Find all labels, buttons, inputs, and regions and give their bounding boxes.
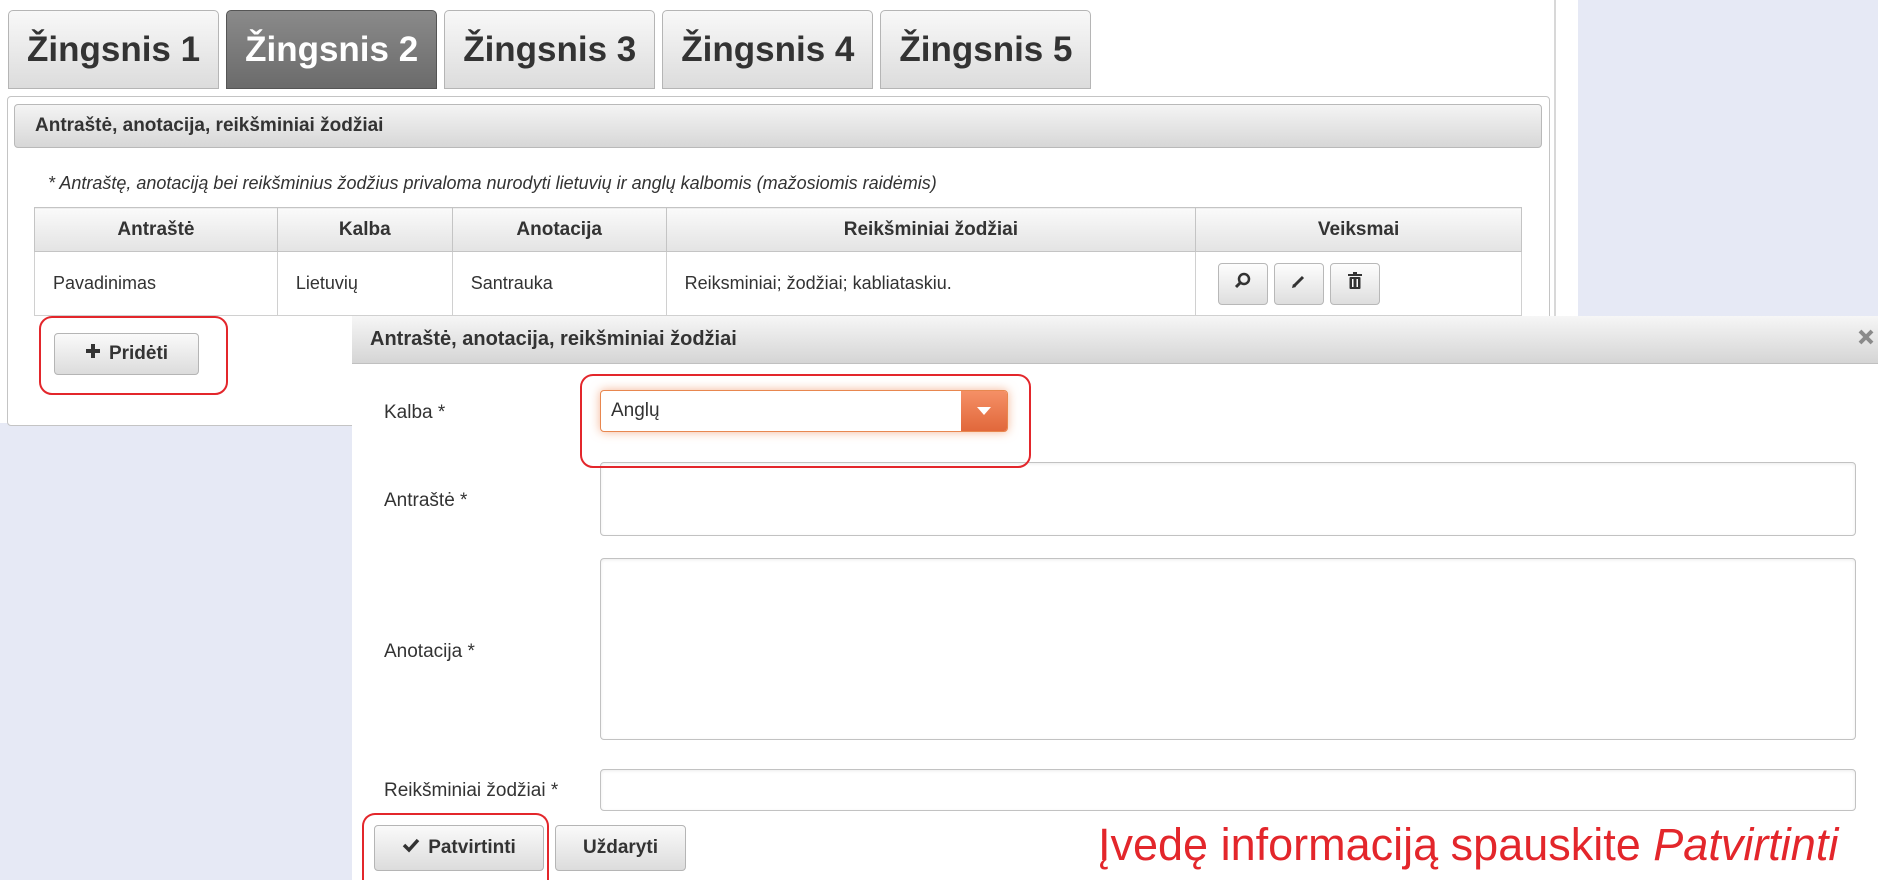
column-header-abstract[interactable]: Anotacija (451, 207, 667, 252)
tab-step-1[interactable]: Žingsnis 1 (8, 10, 220, 89)
language-label: Kalba * (384, 402, 446, 423)
column-header-language[interactable]: Kalba (276, 207, 453, 252)
instruction-emphasis: Patvirtinti (1653, 819, 1839, 870)
required-note: * Antraštę, anotaciją bei reikšminius žo… (48, 173, 937, 193)
close-button[interactable]: Uždaryti (555, 825, 686, 871)
edit-button[interactable] (1274, 262, 1325, 305)
keywords-label: Reikšminiai žodžiai * (384, 780, 559, 801)
cell-actions (1195, 251, 1522, 316)
table-row: Pavadinimas Lietuvių Santrauka Reiksmini… (34, 251, 1522, 316)
highlight-ring-confirm (362, 813, 549, 880)
abstract-field[interactable] (600, 558, 1856, 740)
highlight-ring-add (39, 316, 228, 395)
tab-step-4[interactable]: Žingsnis 4 (662, 10, 874, 89)
column-header-actions: Veiksmai (1195, 207, 1522, 252)
title-field[interactable] (600, 462, 1856, 536)
abstract-label: Anotacija * (384, 641, 475, 662)
panel-title: Antraštė, anotacija, reikšminiai žodžiai (14, 104, 1542, 148)
cell-language: Lietuvių (276, 251, 453, 316)
close-icon[interactable] (1856, 326, 1876, 354)
tab-step-3[interactable]: Žingsnis 3 (444, 10, 656, 89)
cell-title: Pavadinimas (34, 251, 278, 316)
tab-step-2[interactable]: Žingsnis 2 (226, 10, 438, 89)
cell-keywords: Reiksminiai; žodžiai; kabliataskiu. (665, 251, 1197, 316)
wizard-tabs: Žingsnis 1 Žingsnis 2 Žingsnis 3 Žingsni… (8, 10, 1092, 89)
entries-table: Antraštė Kalba Anotacija Reikšminiai žod… (34, 207, 1522, 316)
column-header-keywords[interactable]: Reikšminiai žodžiai (665, 207, 1197, 252)
cell-abstract: Santrauka (451, 251, 667, 316)
keywords-field[interactable] (600, 769, 1856, 811)
delete-button[interactable] (1330, 262, 1381, 305)
pencil-icon (1290, 272, 1308, 295)
tab-step-5[interactable]: Žingsnis 5 (880, 10, 1092, 89)
column-header-title[interactable]: Antraštė (34, 207, 278, 252)
magnifier-icon (1234, 272, 1252, 295)
close-button-label: Uždaryti (583, 837, 658, 858)
page-divider (1554, 0, 1556, 320)
view-button[interactable] (1218, 262, 1269, 305)
dialog-title: Antraštė, anotacija, reikšminiai žodžiai (352, 316, 1878, 364)
highlight-ring-language (580, 374, 1031, 468)
instruction-annotation: Įvedę informaciją spauskite Patvirtinti (1098, 819, 1838, 871)
title-label: Antraštė * (384, 490, 468, 511)
trash-icon (1347, 272, 1363, 295)
instruction-text: Įvedę informaciją spauskite (1098, 819, 1654, 870)
